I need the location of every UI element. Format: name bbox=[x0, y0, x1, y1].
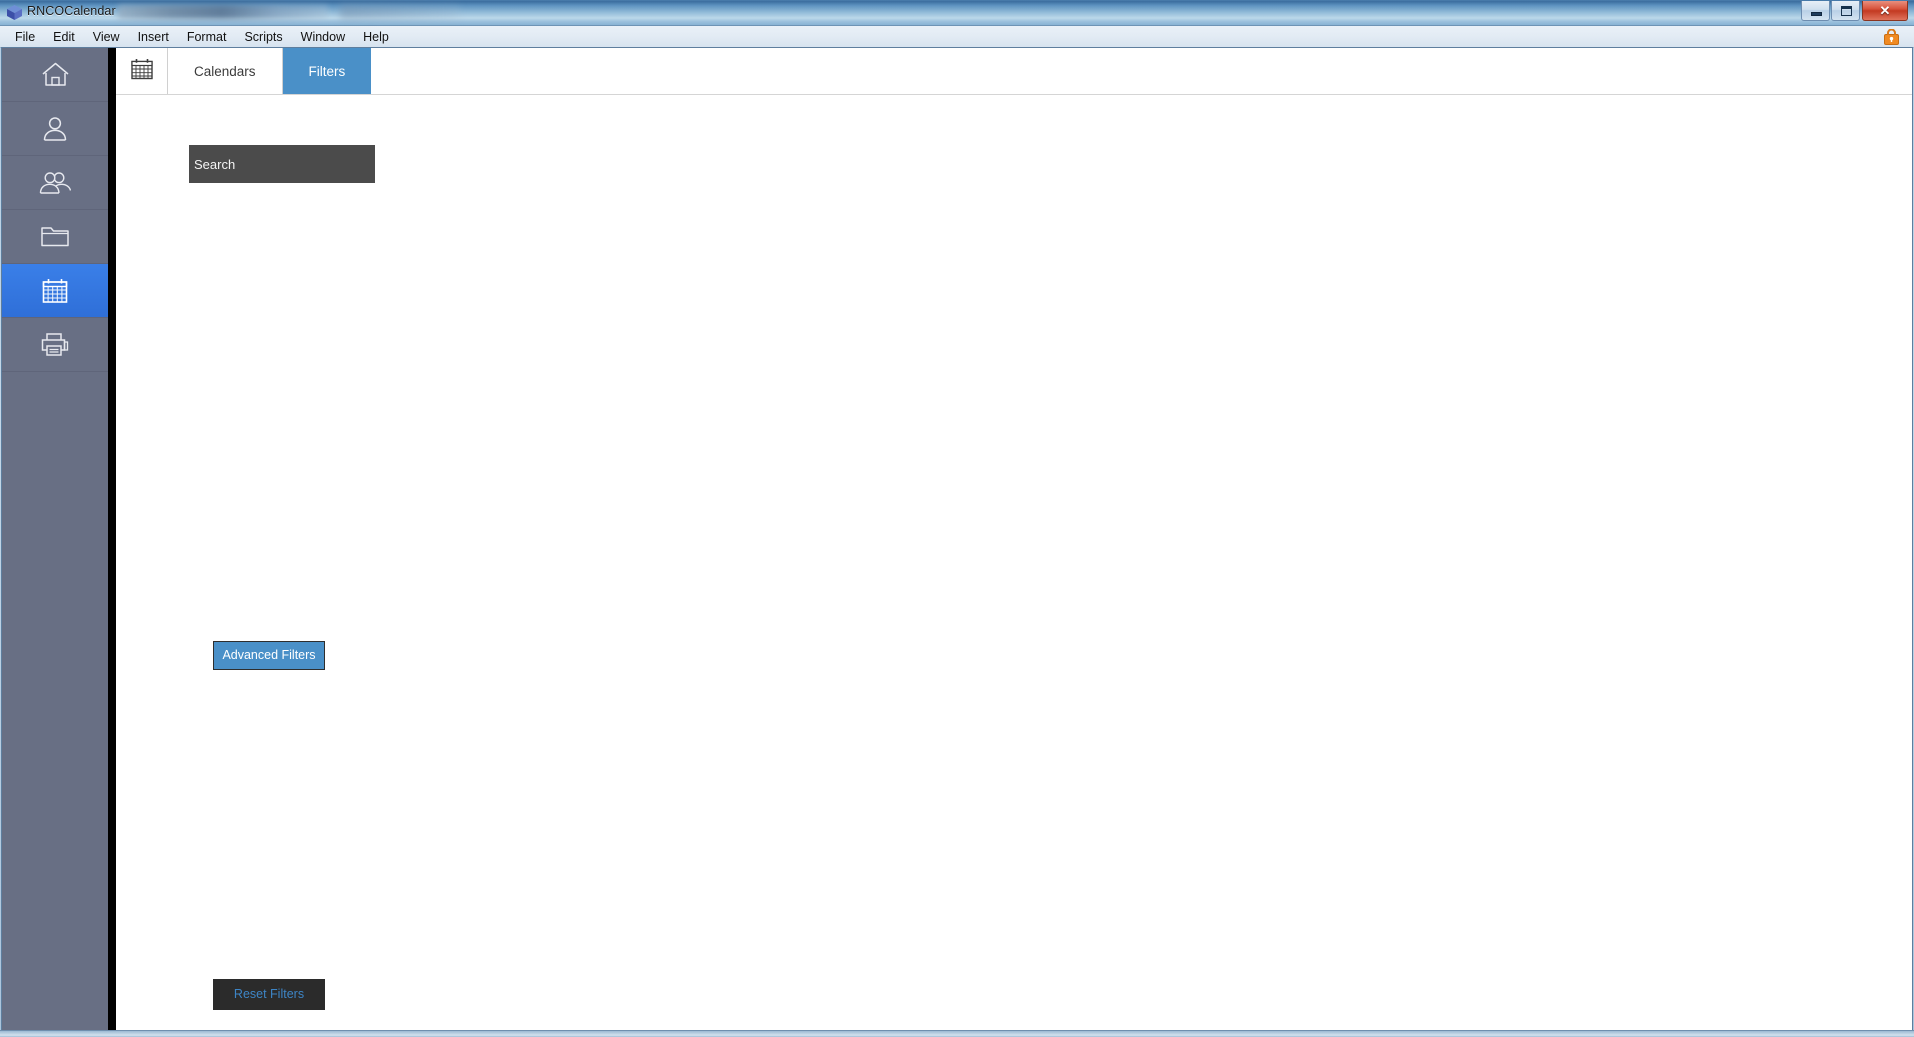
sidebar-item-home[interactable] bbox=[2, 48, 108, 102]
search-input[interactable] bbox=[189, 145, 375, 183]
person-icon bbox=[41, 115, 69, 143]
maximize-button[interactable] bbox=[1831, 1, 1860, 21]
home-icon bbox=[41, 61, 70, 88]
people-icon bbox=[39, 169, 71, 197]
client-area: Calendars Filters Advanced Filters Reset… bbox=[2, 48, 1912, 1030]
lock-icon[interactable] bbox=[1884, 28, 1899, 45]
menu-file[interactable]: File bbox=[6, 28, 44, 46]
sidebar-nav bbox=[2, 48, 130, 1030]
tab-filters[interactable]: Filters bbox=[282, 48, 372, 94]
menu-items: File Edit View Insert Format Scripts Win… bbox=[0, 26, 1914, 47]
sidebar-item-calendar[interactable] bbox=[2, 264, 130, 318]
redacted-title-suffix-2 bbox=[340, 5, 460, 19]
advanced-filters-button[interactable]: Advanced Filters bbox=[213, 641, 325, 670]
application-window: RNCOCalendar ✕ File Edit View Insert For… bbox=[0, 0, 1914, 1037]
sidebar-divider bbox=[108, 48, 116, 1030]
sidebar-item-print[interactable] bbox=[2, 318, 108, 372]
app-icon bbox=[6, 4, 23, 21]
calendar-icon bbox=[130, 57, 154, 86]
redacted-title-suffix bbox=[118, 5, 328, 19]
menu-view[interactable]: View bbox=[84, 28, 129, 46]
window-title: RNCOCalendar bbox=[27, 4, 116, 18]
tab-bar: Calendars Filters bbox=[116, 48, 1912, 95]
close-icon: ✕ bbox=[1879, 3, 1891, 18]
menu-bar: File Edit View Insert Format Scripts Win… bbox=[0, 26, 1914, 48]
close-button[interactable]: ✕ bbox=[1862, 1, 1908, 21]
menu-scripts[interactable]: Scripts bbox=[235, 28, 291, 46]
minimize-button[interactable] bbox=[1801, 1, 1830, 21]
title-bar[interactable]: RNCOCalendar ✕ bbox=[0, 0, 1914, 26]
reset-filters-button[interactable]: Reset Filters bbox=[213, 979, 325, 1010]
menu-window[interactable]: Window bbox=[292, 28, 354, 46]
tab-section-icon bbox=[116, 48, 168, 94]
tab-calendars[interactable]: Calendars bbox=[168, 48, 283, 94]
menu-insert[interactable]: Insert bbox=[129, 28, 178, 46]
sidebar-item-contact[interactable] bbox=[2, 102, 108, 156]
folder-icon bbox=[40, 224, 70, 249]
window-bottom-chrome bbox=[0, 1030, 1914, 1037]
printer-icon bbox=[40, 331, 70, 358]
calendar-icon bbox=[41, 277, 69, 305]
content-panel: Calendars Filters Advanced Filters Reset… bbox=[116, 48, 1912, 1030]
menu-help[interactable]: Help bbox=[354, 28, 398, 46]
sidebar-item-files[interactable] bbox=[2, 210, 108, 264]
sidebar-item-contacts[interactable] bbox=[2, 156, 108, 210]
window-controls: ✕ bbox=[1800, 1, 1908, 23]
menu-format[interactable]: Format bbox=[178, 28, 236, 46]
menu-edit[interactable]: Edit bbox=[44, 28, 84, 46]
